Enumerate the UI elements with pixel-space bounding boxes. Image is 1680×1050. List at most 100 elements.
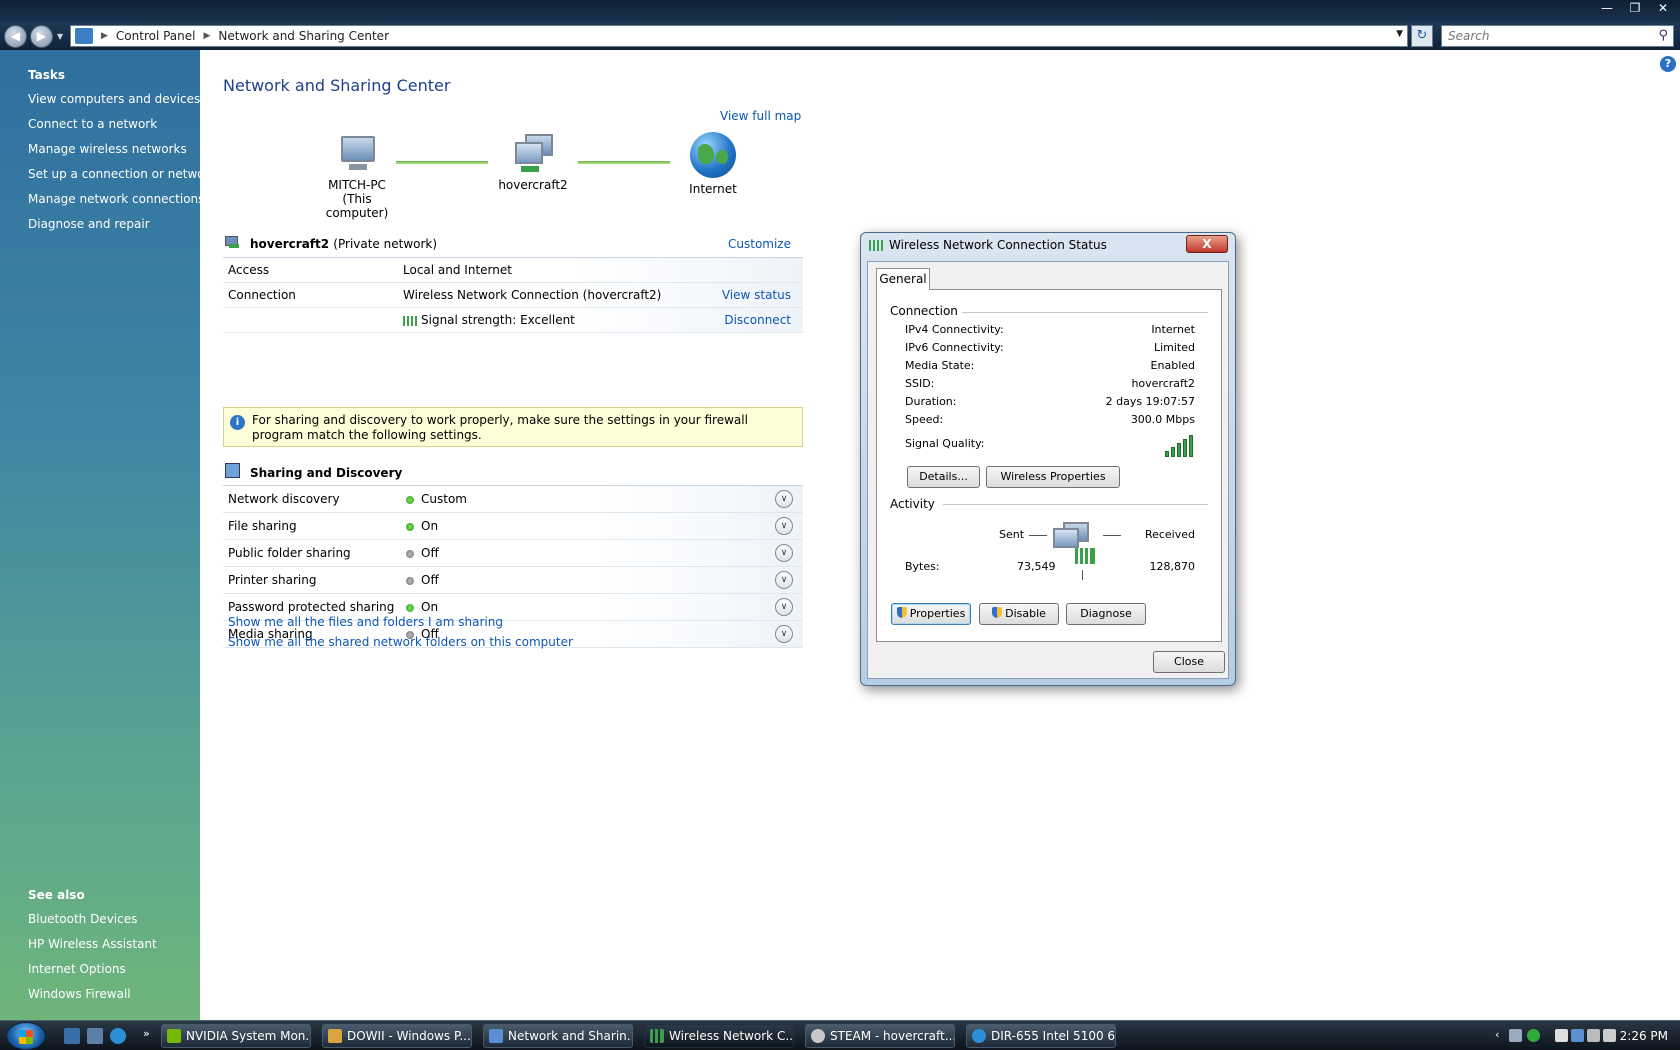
sidebar-link-manage-connections[interactable]: Manage network connections [28, 192, 204, 206]
map-node-computer[interactable]: MITCH-PC (This computer) [312, 134, 402, 220]
help-icon[interactable]: ? [1660, 56, 1676, 72]
properties-button[interactable]: Properties [891, 603, 971, 625]
taskbar-item-dir655[interactable]: DIR-655 Intel 5100 6... [966, 1024, 1116, 1048]
breadcrumb-separator-icon[interactable]: ▶ [101, 31, 108, 41]
details-button[interactable]: Details... [907, 466, 980, 488]
network-header: hovercraft2 (Private network) Customize [223, 233, 803, 258]
dialog-title: Wireless Network Connection Status [889, 238, 1107, 252]
start-button[interactable] [6, 1022, 46, 1050]
signal-bar [1171, 447, 1175, 457]
expand-chevron-icon[interactable]: ∨ [775, 571, 793, 589]
taskbar-item-steam[interactable]: STEAM - hovercraft... [805, 1024, 955, 1048]
close-window-button[interactable]: ✕ [1650, 0, 1676, 16]
signal-quality-bars-icon [1165, 433, 1195, 457]
diagnose-button[interactable]: Diagnose [1066, 603, 1146, 625]
tray-expand-icon[interactable]: ‹ [1495, 1028, 1499, 1041]
address-bar[interactable]: ▶ Control Panel ▶ Network and Sharing Ce… [70, 25, 1408, 47]
sidebar-link-diagnose-repair[interactable]: Diagnose and repair [28, 217, 150, 231]
computer-icon [335, 134, 379, 174]
clock[interactable]: 2:26 PM [1620, 1029, 1668, 1043]
taskbar-item-nvidia[interactable]: NVIDIA System Mon... [161, 1024, 311, 1048]
show-shared-files-link[interactable]: Show me all the files and folders I am s… [228, 615, 503, 629]
window-title-bar: — ❐ ✕ [0, 0, 1680, 22]
wireless-tray-icon[interactable] [1527, 1029, 1540, 1042]
sidebar-link-bluetooth[interactable]: Bluetooth Devices [28, 912, 137, 926]
recent-pages-dropdown-icon[interactable]: ▼ [57, 32, 63, 41]
signal-strength-icon [403, 315, 417, 326]
signal-bar [1165, 451, 1169, 457]
display-tray-icon[interactable] [1587, 1029, 1600, 1042]
battery-tray-icon[interactable] [1555, 1029, 1568, 1042]
expand-chevron-icon[interactable]: ∨ [775, 598, 793, 616]
computer-name-label: MITCH-PC [328, 178, 386, 192]
sidebar-link-view-computers[interactable]: View computers and devices [28, 92, 200, 106]
sharing-row-file-sharing: File sharing On ∨ [223, 513, 803, 540]
disconnect-link[interactable]: Disconnect [724, 313, 791, 327]
search-icon[interactable]: ⚲ [1658, 28, 1668, 43]
view-full-map-link[interactable]: View full map [720, 109, 801, 123]
sidebar-link-windows-firewall[interactable]: Windows Firewall [28, 987, 131, 1001]
sidebar-link-setup-connection[interactable]: Set up a connection or network [28, 167, 216, 181]
search-box[interactable]: ⚲ [1441, 25, 1674, 47]
back-button[interactable]: ◀ [4, 25, 27, 48]
expand-chevron-icon[interactable]: ∨ [775, 490, 793, 508]
taskbar-item-wireless-status[interactable]: Wireless Network C... [644, 1024, 794, 1048]
wireless-properties-button[interactable]: Wireless Properties [986, 466, 1120, 488]
signal-bar [1189, 435, 1193, 457]
show-desktop-icon[interactable] [64, 1028, 80, 1044]
close-button[interactable]: Close [1153, 651, 1225, 673]
navigation-bar: ◀ ▶ ▼ ▶ Control Panel ▶ Network and Shar… [0, 22, 1680, 50]
sharing-row-label: Password protected sharing [228, 600, 395, 614]
taskbar-item-network-sharing[interactable]: Network and Sharin... [483, 1024, 633, 1048]
search-input[interactable] [1442, 26, 1642, 46]
breadcrumb-control-panel[interactable]: Control Panel [116, 29, 196, 43]
windows-logo-icon [19, 1030, 33, 1044]
address-dropdown-icon[interactable]: ▼ [1396, 29, 1403, 39]
disable-button[interactable]: Disable [979, 603, 1059, 625]
expand-chevron-icon[interactable]: ∨ [775, 625, 793, 643]
sidebar-link-manage-wireless[interactable]: Manage wireless networks [28, 142, 187, 156]
connection-row: Connection Wireless Network Connection (… [223, 283, 803, 308]
network-tray-icon[interactable] [1509, 1029, 1522, 1042]
sharing-row-value: On [421, 519, 439, 533]
tab-general[interactable]: General [876, 268, 930, 290]
sidebar-link-connect-network[interactable]: Connect to a network [28, 117, 157, 131]
signal-strength: Signal strength: Excellent [403, 313, 575, 327]
forward-button[interactable]: ▶ [30, 25, 53, 48]
maximize-button[interactable]: ❐ [1622, 0, 1648, 16]
ipv6-label: IPv6 Connectivity: [905, 341, 1004, 354]
network-name-label: hovercraft2 [498, 178, 568, 192]
sidebar-link-hp-wireless[interactable]: HP Wireless Assistant [28, 937, 157, 951]
minimize-button[interactable]: — [1594, 0, 1620, 16]
network-info-section: hovercraft2 (Private network) Customize … [223, 233, 803, 333]
status-on-icon [406, 496, 414, 504]
customize-link[interactable]: Customize [728, 237, 791, 251]
expand-chevron-icon[interactable]: ∨ [775, 517, 793, 535]
show-shared-folders-link[interactable]: Show me all the shared network folders o… [228, 635, 573, 649]
map-node-network[interactable]: hovercraft2 [488, 134, 578, 192]
expand-chevron-icon[interactable]: ∨ [775, 544, 793, 562]
wireless-signal-icon [869, 240, 883, 251]
switch-windows-icon[interactable] [87, 1028, 103, 1044]
dialog-close-x-button[interactable]: X [1186, 235, 1228, 253]
breadcrumb-separator-icon[interactable]: ▶ [204, 31, 211, 41]
internet-explorer-icon[interactable] [110, 1028, 126, 1044]
internet-explorer-icon [972, 1029, 986, 1043]
status-off-icon [406, 550, 414, 558]
refresh-button[interactable]: ↻ [1411, 25, 1433, 47]
sharing-row-network-discovery: Network discovery Custom ∨ [223, 486, 803, 513]
connection-group-title: Connection [890, 304, 958, 318]
view-status-link[interactable]: View status [722, 288, 791, 302]
breadcrumb-network-and-sharing-center[interactable]: Network and Sharing Center [218, 29, 389, 43]
quick-launch-more-icon[interactable]: » [143, 1027, 150, 1040]
taskbar-item-dowii[interactable]: DOWII - Windows P... [322, 1024, 472, 1048]
map-node-internet[interactable]: Internet [668, 132, 758, 196]
sidebar-link-internet-options[interactable]: Internet Options [28, 962, 126, 976]
properties-button-label: Properties [909, 607, 966, 620]
taskbar-item-label: Network and Sharin... [508, 1029, 633, 1043]
volume-tray-icon[interactable] [1603, 1029, 1616, 1042]
bytes-label: Bytes: [905, 560, 940, 573]
sharing-row-label: Printer sharing [228, 573, 317, 587]
globe-icon [690, 132, 736, 178]
monitor-tray-icon[interactable] [1571, 1029, 1584, 1042]
